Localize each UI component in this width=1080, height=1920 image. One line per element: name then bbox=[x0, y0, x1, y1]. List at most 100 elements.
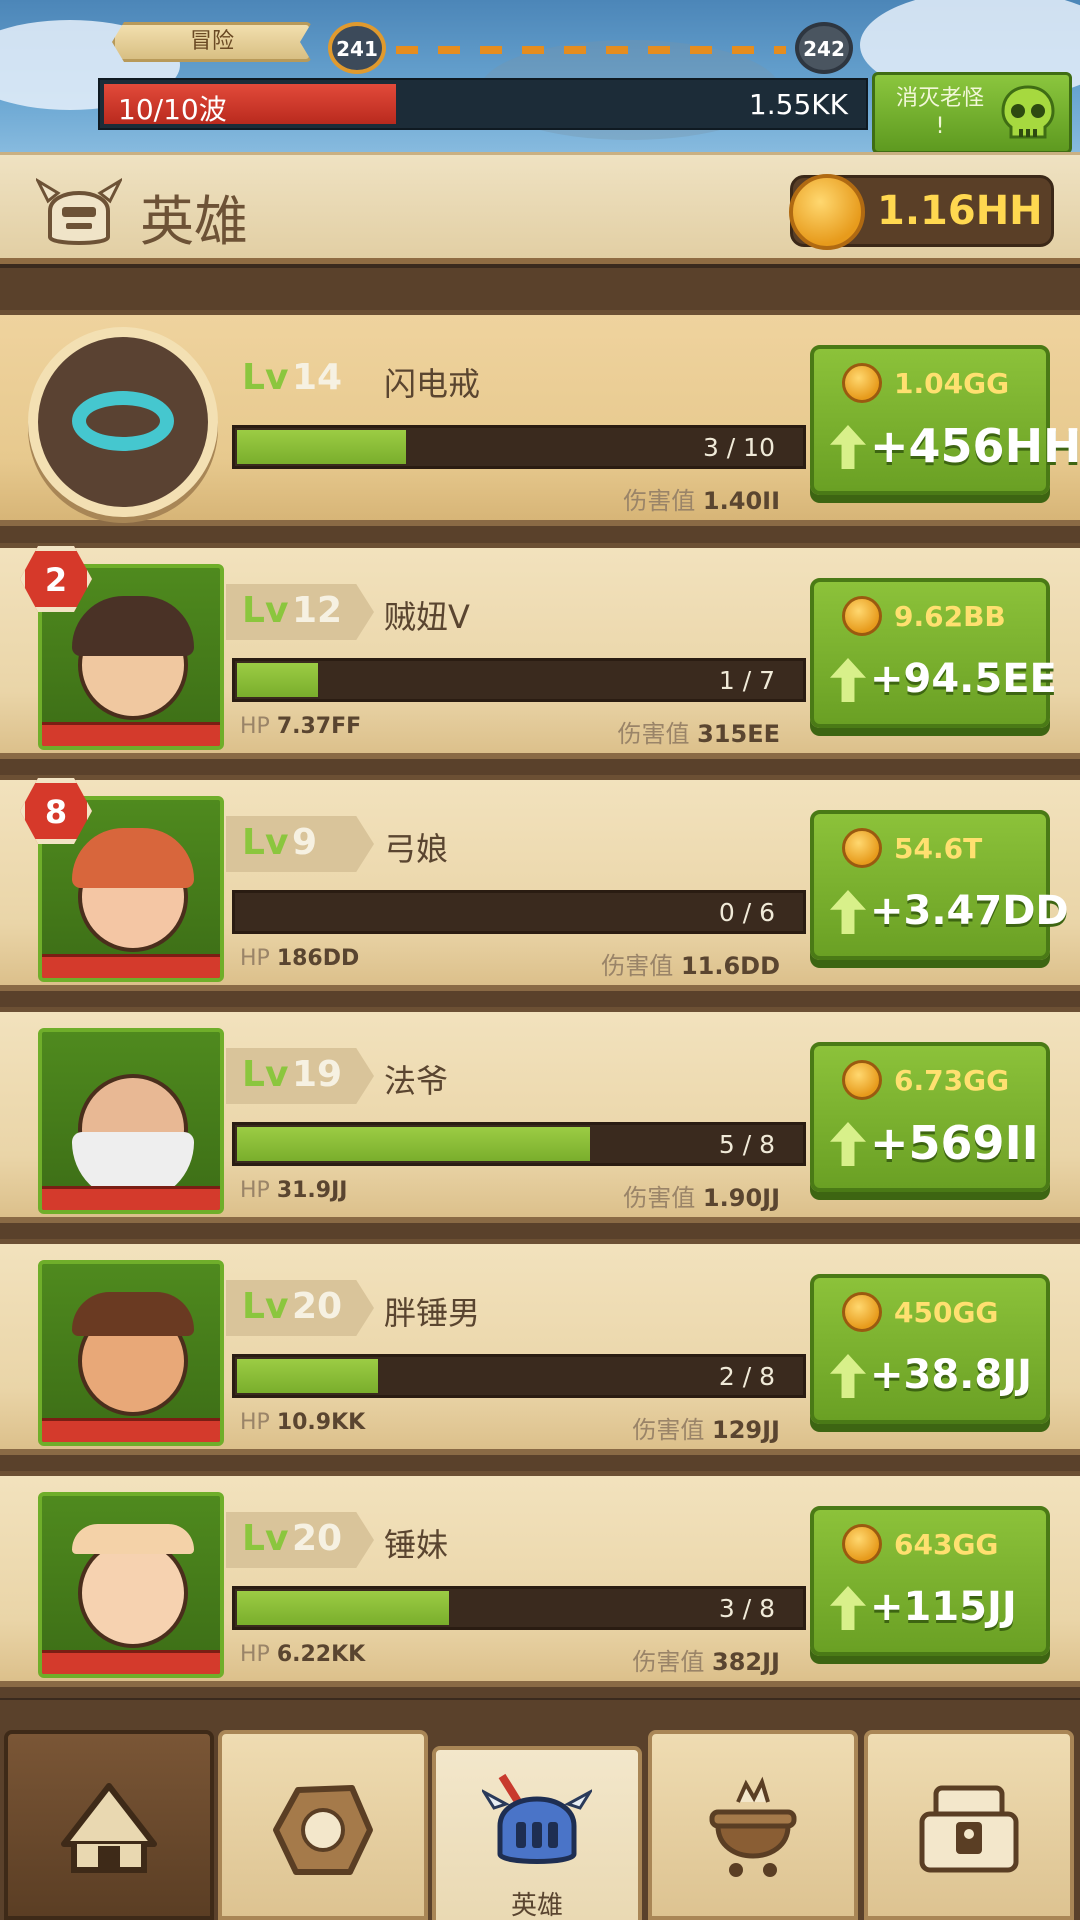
upgrade-button[interactable]: 6.73GG +569II bbox=[810, 1042, 1050, 1192]
bottom-nav: 英雄 bbox=[0, 1700, 1080, 1920]
level-progress-fill bbox=[237, 1127, 590, 1161]
level-label: Lv bbox=[242, 1286, 289, 1327]
hp-value: 7.37FF bbox=[276, 714, 362, 739]
hp-value: 6.22KK bbox=[276, 1642, 366, 1667]
level-label: Lv bbox=[242, 357, 289, 398]
hero-hair bbox=[72, 828, 194, 888]
nav-treasure[interactable] bbox=[864, 1730, 1074, 1920]
upgrade-button[interactable]: 9.62BB +94.5EE bbox=[810, 578, 1057, 728]
upgrade-gain-value: +456HH bbox=[870, 419, 1080, 473]
level-progress-text: 5 / 8 bbox=[718, 1130, 775, 1159]
upgrade-gain-value: +3.47DD bbox=[870, 888, 1069, 934]
hp-label: HP bbox=[240, 946, 270, 971]
damage-label: 伤害值 bbox=[617, 720, 690, 748]
hero-name: 法爷 bbox=[384, 1062, 449, 1100]
hp-label: HP bbox=[240, 1642, 270, 1667]
nav-heroes[interactable]: 英雄 bbox=[432, 1746, 642, 1920]
upgrade-gain: +115JJ bbox=[814, 1576, 1046, 1642]
upgrade-cost: 9.62BB bbox=[814, 590, 1046, 640]
hero-card[interactable]: Lv 20 锤妹 3 / 8 HP 6.22KK 伤害值 382JJ 643GG… bbox=[0, 1471, 1080, 1687]
upgrade-gain-value: +569II bbox=[870, 1116, 1039, 1170]
hero-card[interactable]: 8 Lv 9 弓娘 0 / 6 HP 186DD 伤害值 11.6DD 54.6… bbox=[0, 775, 1080, 991]
damage-label: 伤害值 bbox=[623, 1184, 696, 1212]
level-progress-bar: 1 / 7 bbox=[232, 658, 806, 702]
cauldron-icon bbox=[709, 1776, 797, 1877]
lightning-ring-icon bbox=[72, 391, 174, 451]
current-stage-number: 241 bbox=[328, 22, 386, 74]
damage-value: 129JJ bbox=[712, 1416, 780, 1444]
upgrade-gain: +569II bbox=[814, 1112, 1046, 1178]
hp-value: 186DD bbox=[276, 946, 360, 971]
gold-coin-icon bbox=[842, 363, 882, 403]
gold-coin-icon bbox=[842, 596, 882, 636]
level-value: 20 bbox=[292, 1286, 343, 1327]
hero-name: 锤妹 bbox=[384, 1526, 449, 1564]
upgrade-cost-value: 54.6T bbox=[894, 832, 983, 865]
hero-hair bbox=[72, 596, 194, 656]
hero-hp-bar bbox=[42, 722, 220, 746]
hero-hp-bar bbox=[42, 1650, 220, 1674]
level-tag: Lv 14 bbox=[226, 351, 374, 407]
damage-value: 382JJ bbox=[712, 1648, 780, 1676]
damage-stat: 伤害值 11.6DD bbox=[601, 946, 780, 981]
hp-label: HP bbox=[240, 1178, 270, 1203]
level-progress-bar: 5 / 8 bbox=[232, 1122, 806, 1166]
upgrade-cost: 1.04GG bbox=[814, 357, 1046, 407]
damage-label: 伤害值 bbox=[632, 1648, 705, 1676]
fight-boss-button[interactable]: 消灭老怪 ! bbox=[872, 72, 1072, 154]
level-progress-bar: 3 / 8 bbox=[232, 1586, 806, 1630]
damage-label: 伤害值 bbox=[601, 952, 674, 980]
level-label: Lv bbox=[242, 590, 289, 631]
hero-hp-bar bbox=[42, 954, 220, 978]
damage-stat: 伤害值 129JJ bbox=[632, 1410, 780, 1445]
level-progress-fill bbox=[237, 430, 406, 464]
gold-coin-icon bbox=[789, 174, 865, 250]
hero-card[interactable]: Lv 19 法爷 5 / 8 HP 31.9JJ 伤害值 1.90JJ 6.73… bbox=[0, 1007, 1080, 1223]
boss-hp-value: 1.55KK bbox=[748, 88, 848, 121]
upgrade-gain: +456HH bbox=[814, 415, 1080, 481]
nav-camp[interactable] bbox=[4, 1730, 214, 1920]
hero-portrait bbox=[38, 1260, 224, 1446]
hp-stat: HP 31.9JJ bbox=[240, 1178, 347, 1203]
camp-tent-icon bbox=[61, 1783, 157, 1873]
upgrade-button[interactable]: 450GG +38.8JJ bbox=[810, 1274, 1050, 1424]
skull-icon bbox=[1001, 85, 1055, 139]
hp-value: 10.9KK bbox=[276, 1410, 366, 1435]
hero-list[interactable]: Lv 14 闪电戒 3 / 10 伤害值 1.40II 1.04GG +456H… bbox=[0, 268, 1080, 1698]
gold-amount: 1.16HH bbox=[877, 188, 1043, 234]
level-progress-text: 1 / 7 bbox=[718, 666, 775, 695]
level-label: Lv bbox=[242, 1054, 289, 1095]
upgrade-button[interactable]: 1.04GG +456HH bbox=[810, 345, 1080, 495]
item-card-ring[interactable]: Lv 14 闪电戒 3 / 10 伤害值 1.40II 1.04GG +456H… bbox=[0, 310, 1080, 526]
upgrade-button[interactable]: 54.6T +3.47DD bbox=[810, 810, 1069, 960]
hp-label: HP bbox=[240, 714, 270, 739]
damage-value: 1.40II bbox=[702, 487, 780, 515]
hero-portrait bbox=[38, 1492, 224, 1678]
nav-cauldron[interactable] bbox=[648, 1730, 858, 1920]
arrow-up-icon bbox=[830, 1354, 866, 1398]
level-tag: Lv 20 bbox=[226, 1512, 374, 1568]
level-progress-fill bbox=[237, 663, 318, 697]
level-tag: Lv 12 bbox=[226, 584, 374, 640]
level-tag: Lv 19 bbox=[226, 1048, 374, 1104]
level-value: 20 bbox=[292, 1518, 343, 1559]
wave-counter: 10/10波 bbox=[118, 93, 227, 126]
hero-card[interactable]: 2 Lv 12 贼妞V 1 / 7 HP 7.37FF 伤害值 315EE 9.… bbox=[0, 543, 1080, 759]
nav-runes[interactable] bbox=[218, 1730, 428, 1920]
damage-stat: 伤害值 315EE bbox=[617, 714, 780, 749]
damage-value: 315EE bbox=[697, 720, 780, 748]
arrow-up-icon bbox=[830, 1122, 866, 1166]
hero-name: 弓娘 bbox=[384, 830, 449, 868]
upgrade-button[interactable]: 643GG +115JJ bbox=[810, 1506, 1050, 1656]
stage-mode-tag[interactable]: 冒险 bbox=[112, 22, 312, 62]
hp-stat: HP 7.37FF bbox=[240, 714, 361, 739]
arrow-up-icon bbox=[830, 658, 866, 702]
gold-coin-icon bbox=[842, 1292, 882, 1332]
hero-hair bbox=[72, 1292, 194, 1336]
arrow-up-icon bbox=[830, 1586, 866, 1630]
gold-counter: 1.16HH bbox=[789, 174, 1054, 250]
upgrade-cost-value: 1.04GG bbox=[894, 367, 1010, 400]
gold-coin-icon bbox=[842, 1524, 882, 1564]
hero-card[interactable]: Lv 20 胖锤男 2 / 8 HP 10.9KK 伤害值 129JJ 450G… bbox=[0, 1239, 1080, 1455]
hero-portrait bbox=[38, 1028, 224, 1214]
